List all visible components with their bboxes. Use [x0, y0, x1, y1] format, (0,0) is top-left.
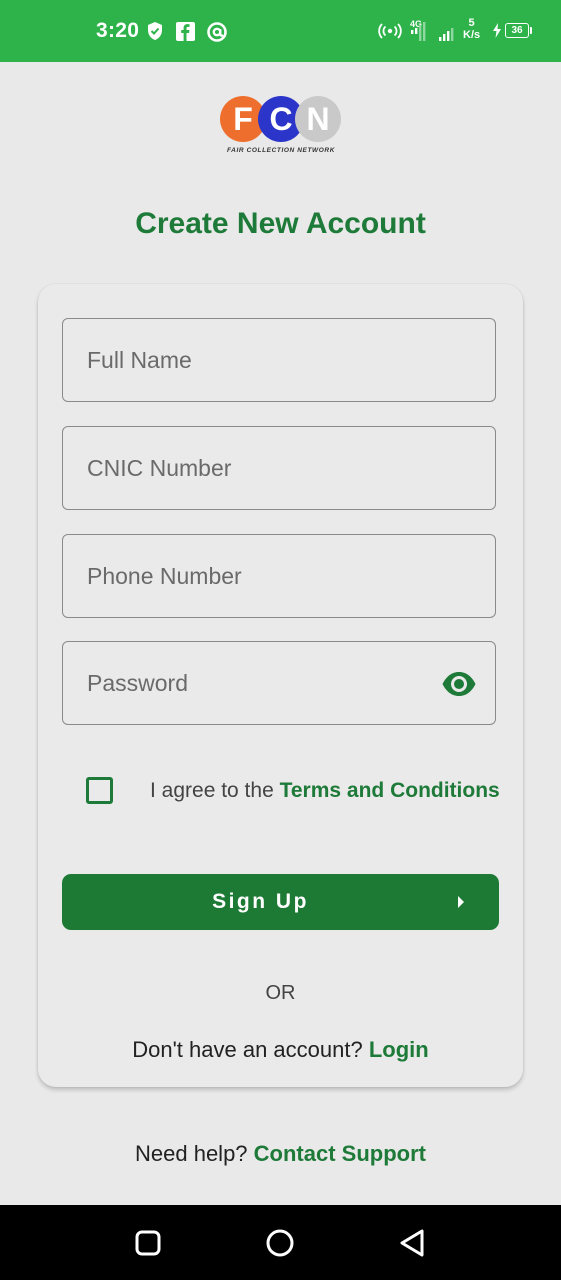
page-title: Create New Account: [135, 207, 426, 240]
terms-label: I agree to the Terms and Conditions: [150, 779, 500, 803]
contact-support-link[interactable]: Contact Support: [254, 1141, 426, 1166]
signal-icon: 4G: [410, 19, 454, 41]
full-name-field[interactable]: [62, 318, 496, 402]
terms-link[interactable]: Terms and Conditions: [280, 779, 500, 802]
full-name-input[interactable]: [63, 319, 495, 401]
facebook-icon: [176, 22, 195, 41]
no-account-text: Don't have an account?: [132, 1037, 363, 1062]
circle-home-icon[interactable]: [264, 1227, 296, 1259]
triangle-back-icon[interactable]: [396, 1227, 428, 1259]
at-sign-icon: [207, 22, 227, 42]
charging-icon: [493, 23, 501, 38]
password-field[interactable]: [62, 641, 496, 725]
app-logo: F C N FAIR COLLECTION NETWORK: [218, 96, 344, 158]
help-prompt: Need help? Contact Support: [0, 1141, 561, 1167]
login-link[interactable]: Login: [369, 1037, 429, 1062]
signup-button[interactable]: Sign Up: [62, 874, 499, 930]
cnic-input[interactable]: [63, 427, 495, 509]
caret-right-icon: [458, 896, 464, 908]
logo-letter-n: N: [295, 96, 341, 142]
terms-checkbox[interactable]: [86, 777, 113, 804]
phone-input[interactable]: [63, 535, 495, 617]
status-bar: 3:20 4G 5 K/s 36: [0, 0, 561, 62]
net-speed-value: 5: [468, 17, 475, 29]
or-divider: OR: [265, 982, 296, 1004]
help-text: Need help?: [135, 1141, 248, 1166]
cnic-field[interactable]: [62, 426, 496, 510]
net-speed-unit: K/s: [463, 29, 481, 41]
terms-prefix: I agree to the: [150, 779, 280, 802]
net-speed: 5 K/s: [463, 17, 480, 41]
hotspot-icon: [378, 23, 402, 39]
shield-icon: [148, 22, 162, 40]
logo-tagline: FAIR COLLECTION NETWORK: [226, 147, 336, 154]
square-recents-icon[interactable]: [132, 1227, 164, 1259]
navigation-bar: [0, 1205, 561, 1280]
password-input[interactable]: [63, 642, 495, 724]
signup-label: Sign Up: [212, 890, 309, 913]
battery-icon: 36: [505, 23, 532, 38]
eye-icon[interactable]: [441, 669, 477, 699]
phone-field[interactable]: [62, 534, 496, 618]
login-prompt: Don't have an account? Login: [0, 1037, 561, 1063]
status-time: 3:20: [96, 19, 140, 42]
